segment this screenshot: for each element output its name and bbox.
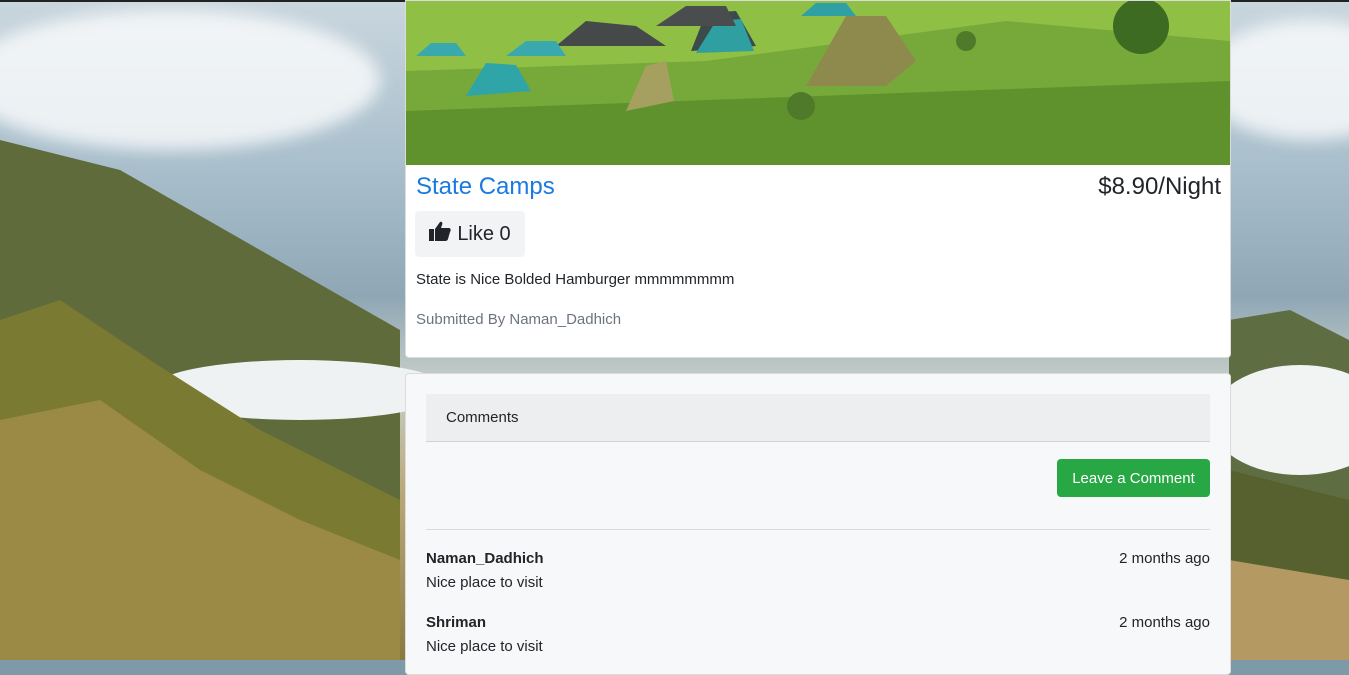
comment-text: Nice place to visit [426, 574, 543, 591]
comments-divider [426, 529, 1210, 530]
comment-author: Shriman [426, 614, 487, 631]
leave-comment-button[interactable]: Leave a Comment [1057, 459, 1210, 497]
comments-header: Comments [426, 394, 1210, 442]
like-button-label: Like 0 [457, 222, 511, 245]
campground-title-link[interactable]: State Camps [416, 173, 555, 201]
campground-card: State Camps $8.90/Night Like 0 State is … [405, 0, 1231, 358]
submitted-by: Submitted By Naman_Dadhich [416, 311, 622, 328]
campground-description: State is Nice Bolded Hamburger mmmmmmmm [416, 271, 735, 288]
campground-price: $8.90/Night [1098, 173, 1221, 200]
campground-image [406, 1, 1230, 165]
like-button[interactable]: Like 0 [415, 211, 525, 257]
thumbs-up-icon [429, 221, 451, 247]
comment-time: 2 months ago [1119, 550, 1210, 567]
comments-card: Comments Leave a Comment Naman_Dadhich 2… [405, 373, 1231, 675]
comment-author: Naman_Dadhich [426, 550, 544, 567]
comment-text: Nice place to visit [426, 638, 543, 655]
comment-time: 2 months ago [1119, 614, 1210, 631]
